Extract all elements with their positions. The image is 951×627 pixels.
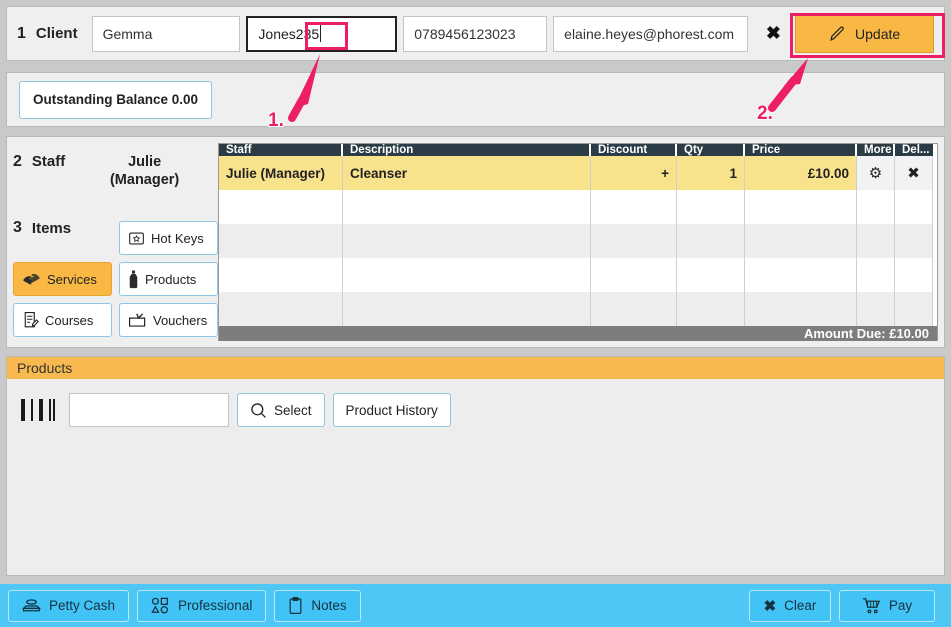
table-header-discount[interactable]: Discount <box>591 144 677 156</box>
product-select-button[interactable]: Select <box>237 393 325 427</box>
product-history-label: Product History <box>345 402 438 418</box>
table-header-more[interactable]: More <box>857 144 895 156</box>
client-surname-field[interactable]: Jones 235 <box>246 15 398 52</box>
client-phone-field[interactable]: 0789456123023 <box>403 15 548 52</box>
hands-icon <box>22 271 41 287</box>
shapes-icon <box>151 597 170 614</box>
petty-cash-button[interactable]: Petty Cash <box>8 589 130 622</box>
pencil-icon <box>829 25 846 42</box>
staff-row: 2 Staff Julie (Manager) <box>13 143 218 189</box>
close-x-icon: ✖ <box>763 597 777 615</box>
item-category-label: Hot Keys <box>151 230 204 246</box>
table-header-del[interactable]: Del... <box>895 144 933 156</box>
barcode-icon <box>21 399 55 421</box>
pay-label: Pay <box>888 598 913 613</box>
notes-label: Notes <box>311 598 347 613</box>
basket-table: Staff Description Discount Qty Price Mor… <box>218 143 938 341</box>
gear-icon[interactable]: ⚙ <box>857 156 895 190</box>
staff-step-number: 2 <box>13 153 22 170</box>
table-header-staff[interactable]: Staff <box>219 144 343 156</box>
item-category-services[interactable]: Services <box>13 262 112 296</box>
update-button-label: Update <box>855 25 901 42</box>
staff-name[interactable]: Julie (Manager) <box>79 153 218 189</box>
petty-cash-label: Petty Cash <box>49 598 116 613</box>
staff-name-line1: Julie <box>128 154 162 170</box>
pay-button[interactable]: Pay <box>839 589 935 622</box>
table-row-empty[interactable] <box>219 190 937 224</box>
item-category-vouchers[interactable]: Vouchers <box>119 303 218 337</box>
table-header-description[interactable]: Description <box>343 144 591 156</box>
client-surname-prefix: Jones <box>258 25 296 42</box>
text-caret <box>320 25 322 42</box>
cash-drawer-icon <box>22 598 41 614</box>
client-step-number: 1 <box>17 24 26 42</box>
product-select-label: Select <box>274 402 312 418</box>
client-first-name-value: Gemma <box>102 25 153 42</box>
item-category-buttons: Hot Keys Services Products Courses Vouch… <box>13 221 218 344</box>
table-header-price[interactable]: Price <box>745 144 857 156</box>
pos-screen: 1 Client Gemma Jones 235 0789456123023 el… <box>0 0 951 627</box>
client-phone-value: 0789456123023 <box>414 25 516 42</box>
table-header-qty[interactable]: Qty <box>677 144 745 156</box>
gift-voucher-icon <box>128 312 147 329</box>
outstanding-balance-label: Outstanding Balance 0.00 <box>33 92 199 107</box>
item-category-label: Vouchers <box>153 312 208 328</box>
bottom-toolbar: Petty Cash Professional Notes ✖ Clear Pa… <box>0 584 951 627</box>
products-toolbar: Select Product History <box>7 379 944 427</box>
table-header-row: Staff Description Discount Qty Price Mor… <box>219 144 937 156</box>
table-row-empty[interactable] <box>219 292 937 326</box>
notes-button[interactable]: Notes <box>274 589 361 622</box>
item-category-courses[interactable]: Courses <box>13 303 112 337</box>
client-surname-highlight: 235 <box>295 25 320 42</box>
cell-price[interactable]: £10.00 <box>745 156 857 190</box>
client-email-value: elaine.heyes@phorest.com <box>564 25 735 42</box>
clipboard-icon <box>288 596 303 615</box>
item-category-label: Products <box>145 271 197 287</box>
table-row-empty[interactable] <box>219 258 937 292</box>
cell-description: Cleanser <box>343 156 591 190</box>
notepad-icon <box>22 311 39 329</box>
table-row-empty[interactable] <box>219 224 937 258</box>
products-section: Products Select Product History <box>6 356 945 576</box>
magnifier-icon <box>250 402 267 419</box>
bottle-icon <box>128 269 139 289</box>
table-body: Julie (Manager) Cleanser + 1 £10.00 ⚙ ✖ <box>219 156 937 326</box>
client-first-name-field[interactable]: Gemma <box>91 15 241 52</box>
close-x-icon[interactable]: ✖ <box>754 23 794 44</box>
item-category-label: Courses <box>45 312 94 328</box>
shopping-cart-icon <box>862 597 881 614</box>
staff-items-section: 2 Staff Julie (Manager) 3 Items Hot Keys… <box>6 136 945 348</box>
professional-label: Professional <box>178 598 253 613</box>
outstanding-balance-chip[interactable]: Outstanding Balance 0.00 <box>19 80 213 119</box>
staff-name-line2: (Manager) <box>109 172 180 189</box>
item-category-hot-keys[interactable]: Hot Keys <box>119 221 218 255</box>
product-history-button[interactable]: Product History <box>332 393 451 427</box>
client-email-field[interactable]: elaine.heyes@phorest.com <box>553 15 748 52</box>
update-button[interactable]: Update <box>795 14 934 53</box>
amount-due-bar: Amount Due: £10.00 <box>219 326 937 341</box>
item-category-label: Services <box>47 271 97 287</box>
client-step-label: Client <box>35 25 78 42</box>
staff-step-label: Staff <box>31 153 66 170</box>
clear-button[interactable]: ✖ Clear <box>749 589 831 622</box>
balance-section: Outstanding Balance 0.00 <box>6 72 945 127</box>
table-row[interactable]: Julie (Manager) Cleanser + 1 £10.00 ⚙ ✖ <box>219 156 937 190</box>
clear-label: Clear <box>784 598 817 613</box>
cell-discount[interactable]: + <box>591 156 677 190</box>
star-card-icon <box>128 231 145 246</box>
cell-qty[interactable]: 1 <box>677 156 745 190</box>
product-search-input[interactable] <box>69 393 229 427</box>
client-section: 1 Client Gemma Jones 235 0789456123023 el… <box>6 6 945 61</box>
item-category-products[interactable]: Products <box>119 262 218 296</box>
products-section-title: Products <box>7 357 944 379</box>
close-x-icon[interactable]: ✖ <box>895 156 933 190</box>
professional-button[interactable]: Professional <box>137 589 267 622</box>
cell-staff: Julie (Manager) <box>219 156 343 190</box>
staff-items-left-column: 2 Staff Julie (Manager) 3 Items Hot Keys… <box>13 143 218 341</box>
